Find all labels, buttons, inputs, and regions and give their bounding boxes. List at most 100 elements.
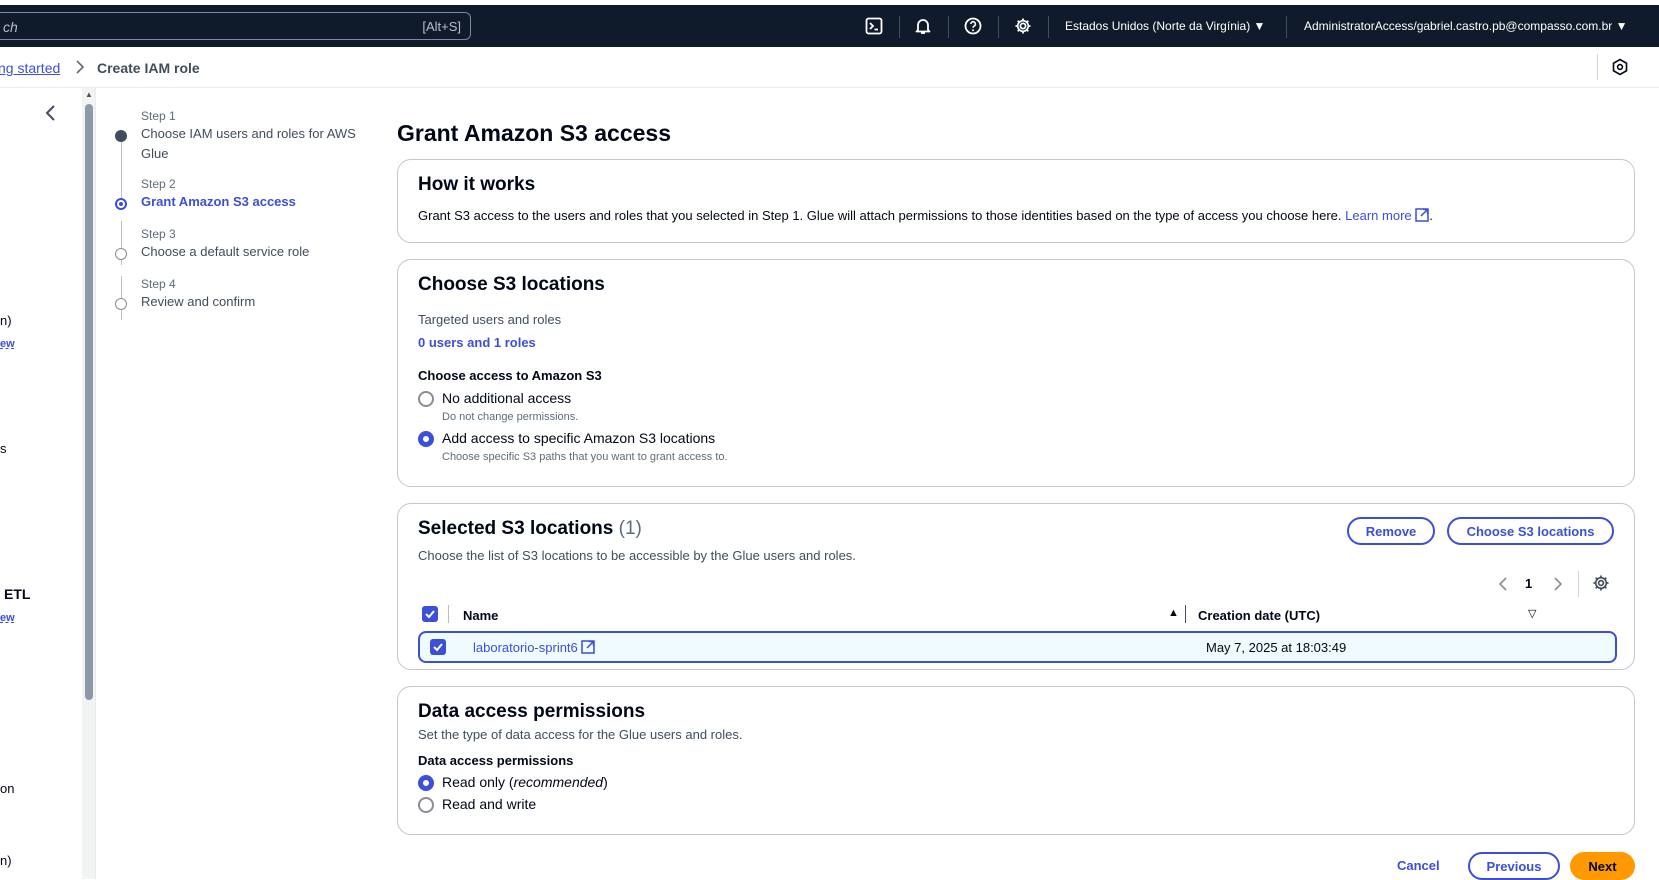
radio-no-additional-access[interactable]: No additional access Do not change permi…: [418, 390, 578, 423]
radio-button[interactable]: [418, 797, 434, 813]
selected-count: (1): [618, 518, 642, 539]
column-divider: [448, 605, 449, 623]
bell-icon[interactable]: [911, 14, 935, 38]
bucket-name: laboratorio-sprint6: [473, 640, 578, 655]
step-4[interactable]: Step 4 Review and confirm: [108, 276, 378, 312]
creation-date-cell: May 7, 2025 at 18:03:49: [1206, 640, 1347, 655]
choose-s3-locations-button[interactable]: Choose S3 locations: [1447, 517, 1614, 545]
prev-page-chevron-left-icon[interactable]: [1498, 576, 1508, 597]
page-number[interactable]: 1: [1525, 576, 1532, 591]
radio-description: Choose specific S3 paths that you want t…: [442, 451, 728, 463]
settings-icon[interactable]: [1011, 14, 1035, 38]
how-it-works-panel: How it works Grant S3 access to the user…: [397, 159, 1635, 243]
region-selector[interactable]: Estados Unidos (Norte da Virgínia) ▼: [1065, 19, 1265, 33]
step-active-dot-icon: [115, 198, 127, 210]
search-placeholder: ch: [3, 19, 18, 35]
nav-fragment-link[interactable]: ew: [0, 612, 15, 624]
cloudshell-icon[interactable]: [862, 14, 886, 38]
targeted-users-roles-link[interactable]: 0 users and 1 roles: [418, 335, 536, 350]
external-link-icon: [1415, 208, 1430, 222]
help-icon[interactable]: [961, 14, 985, 38]
selected-s3-locations-panel: Selected S3 locations (1) Choose the lis…: [397, 503, 1635, 670]
step-title: Review and confirm: [141, 294, 256, 309]
radio-label: No additional access: [442, 390, 572, 406]
topbar-divider: [948, 16, 949, 38]
step-title: Choose IAM users and roles for AWS Glue: [141, 126, 356, 161]
previous-button[interactable]: Previous: [1468, 852, 1560, 880]
radio-button[interactable]: [418, 391, 434, 407]
breadcrumb: ng started Create IAM role: [0, 47, 1659, 88]
page-title: Grant Amazon S3 access: [397, 120, 671, 146]
how-it-works-text-row: Grant S3 access to the users and roles t…: [418, 208, 1433, 223]
how-it-works-text: Grant S3 access to the users and roles t…: [418, 208, 1342, 223]
breadcrumb-current: Create IAM role: [97, 60, 200, 76]
step-1[interactable]: Step 1 Choose IAM users and roles for AW…: [108, 108, 378, 164]
sort-descending-icon[interactable]: ▽: [1528, 607, 1536, 620]
nav-fragment[interactable]: n): [0, 313, 12, 328]
choose-s3-locations-title: Choose S3 locations: [418, 274, 605, 295]
row-checkbox[interactable]: [430, 639, 446, 655]
learn-more-label: Learn more: [1345, 208, 1412, 223]
step-pending-dot-icon: [115, 298, 127, 310]
next-button[interactable]: Next: [1570, 852, 1635, 880]
remove-button[interactable]: Remove: [1347, 517, 1435, 545]
search-input[interactable]: ch [Alt+S]: [0, 12, 471, 40]
step-pending-dot-icon: [115, 248, 127, 260]
column-resizer[interactable]: [1185, 605, 1186, 623]
side-navigation: n) ew s ETL ew on n): [0, 88, 82, 879]
radio-add-specific-access[interactable]: Add access to specific Amazon S3 locatio…: [418, 430, 728, 463]
search-shortcut-hint: [Alt+S]: [422, 19, 461, 34]
breadcrumb-link-getting-started[interactable]: ng started: [0, 60, 60, 76]
step-2[interactable]: Step 2 Grant Amazon S3 access: [108, 176, 378, 212]
nav-fragment[interactable]: on: [0, 781, 14, 796]
external-link-icon: [581, 640, 596, 654]
radio-button-selected[interactable]: [418, 775, 434, 791]
radio-label: Add access to specific Amazon S3 locatio…: [442, 430, 716, 446]
radio-description: Do not change permissions.: [442, 411, 579, 423]
how-it-works-title: How it works: [418, 174, 536, 195]
topbar-divider: [1048, 16, 1049, 38]
topbar-divider: [998, 16, 999, 38]
radio-button-selected[interactable]: [418, 431, 434, 447]
radio-label: Read and write: [442, 796, 537, 812]
nav-scrollbar[interactable]: ▲: [82, 88, 96, 879]
step-3[interactable]: Step 3 Choose a default service role: [108, 226, 378, 262]
top-navigation-bar: ch [Alt+S] Estados Unidos (Norte da Virg…: [0, 5, 1659, 47]
learn-more-link[interactable]: Learn more: [1345, 208, 1430, 223]
nav-fragment-link[interactable]: ew: [0, 338, 15, 350]
column-header-creation-date[interactable]: Creation date (UTC): [1198, 608, 1320, 623]
account-menu[interactable]: AdministratorAccess/gabriel.castro.pb@co…: [1304, 19, 1628, 33]
nav-fragment[interactable]: s: [0, 441, 7, 456]
table-header: Name ▲ Creation date (UTC) ▽: [410, 602, 1624, 626]
selected-description: Choose the list of S3 locations to be ac…: [418, 548, 856, 563]
radio-read-and-write[interactable]: Read and write: [418, 796, 536, 813]
wizard-steps: Step 1 Choose IAM users and roles for AW…: [108, 108, 378, 326]
radio-label: Read only (recommended): [442, 774, 608, 790]
selected-s3-locations-title: Selected S3 locations (1): [418, 518, 642, 540]
hexagon-info-icon[interactable]: [1611, 58, 1629, 76]
bucket-link[interactable]: laboratorio-sprint6: [473, 640, 596, 655]
select-all-checkbox[interactable]: [422, 606, 438, 622]
table-row[interactable]: laboratorio-sprint6 May 7, 2025 at 18:03…: [418, 631, 1617, 663]
table-preferences-gear-icon[interactable]: [1592, 574, 1610, 597]
targeted-label: Targeted users and roles: [418, 312, 562, 327]
data-access-title: Data access permissions: [418, 701, 646, 722]
breadcrumb-divider: [1597, 54, 1598, 80]
sort-ascending-icon[interactable]: ▲: [1168, 607, 1179, 619]
column-header-name[interactable]: Name: [463, 608, 498, 623]
radio-read-only[interactable]: Read only (recommended): [418, 774, 608, 791]
scrollbar-thumb[interactable]: [85, 104, 93, 700]
step-complete-dot-icon: [115, 130, 127, 142]
cancel-button[interactable]: Cancel: [1397, 858, 1440, 873]
topbar-divider: [1286, 16, 1287, 38]
scroll-up-arrow-icon[interactable]: ▲: [85, 90, 93, 99]
collapse-nav-chevron-left-icon[interactable]: [44, 104, 58, 128]
nav-fragment-heading: ETL: [4, 586, 31, 602]
access-choice-label: Choose access to Amazon S3: [418, 368, 602, 383]
chevron-right-icon: [74, 59, 86, 78]
next-page-chevron-right-icon[interactable]: [1553, 576, 1563, 597]
selected-title-text: Selected S3 locations: [418, 518, 614, 539]
pager-divider: [1578, 571, 1579, 597]
nav-fragment[interactable]: n): [0, 853, 12, 868]
data-access-description: Set the type of data access for the Glue…: [418, 727, 743, 742]
